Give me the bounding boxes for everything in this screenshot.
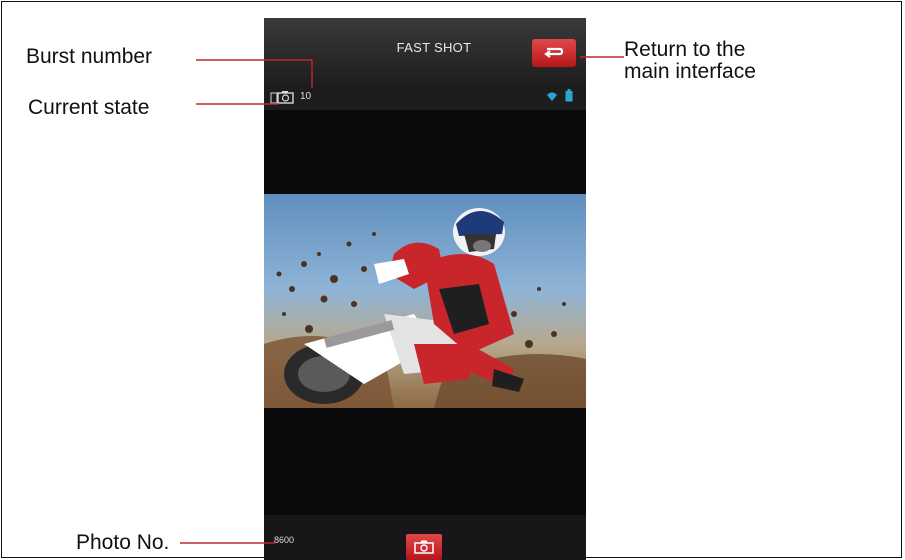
status-bar: 10 [264, 82, 586, 110]
battery-icon [565, 89, 573, 102]
top-bar: FAST SHOT [264, 18, 586, 82]
camera-icon [414, 540, 434, 554]
callout-return-line2: main interface [624, 60, 756, 83]
wifi-icon [547, 92, 557, 101]
shutter-button[interactable] [406, 534, 442, 560]
phone-screen: FAST SHOT 10 8600 [264, 18, 586, 560]
photo-count: 8600 [274, 535, 295, 545]
burst-number: 10 [300, 91, 312, 102]
camera-preview [264, 194, 586, 408]
return-button[interactable] [532, 39, 576, 67]
callout-current-state: Current state [28, 96, 150, 119]
callout-return-line1: Return to the [624, 38, 746, 61]
motocross-photo [264, 194, 586, 408]
callout-photo-no: Photo No. [76, 531, 170, 554]
camera-burst-icon [270, 91, 294, 104]
callout-burst-number: Burst number [26, 45, 153, 68]
return-arrow-icon [544, 47, 564, 58]
bottom-bar: 8600 [264, 515, 586, 560]
